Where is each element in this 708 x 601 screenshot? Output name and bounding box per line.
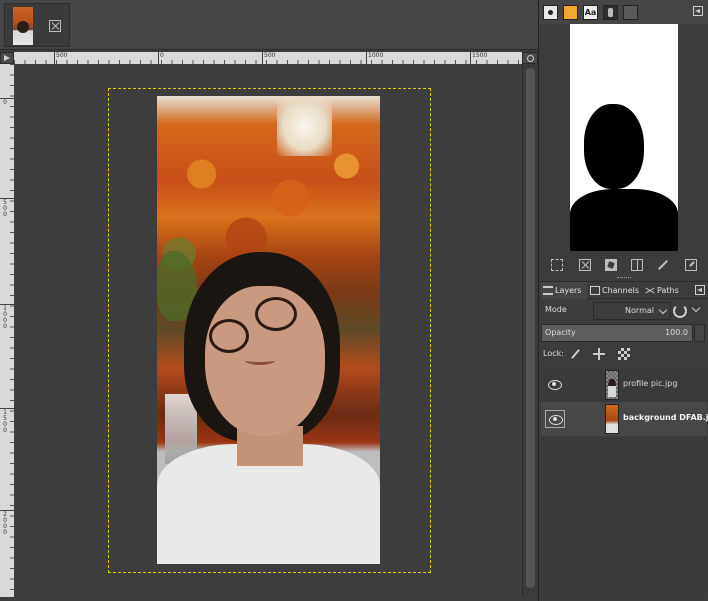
fonts-icon[interactable]: Aa (583, 5, 598, 20)
chevron-down-icon[interactable] (691, 303, 701, 313)
opacity-value: 100.0 (665, 328, 688, 337)
opacity-label: Opacity (545, 328, 576, 337)
panel-resize-grip[interactable] (617, 277, 631, 280)
vertical-ruler[interactable]: 0 500 1000 1500 2000 (0, 64, 14, 597)
lock-position-icon[interactable] (593, 348, 605, 360)
lock-alpha-icon[interactable] (618, 348, 630, 360)
right-dock: Aa Layers Channels Paths Mode Normal Opa… (538, 0, 708, 601)
mode-select[interactable]: Normal (593, 302, 671, 320)
mode-label: Mode (545, 305, 567, 314)
tab-paths[interactable]: Paths (643, 282, 689, 299)
image-thumbnail (13, 7, 33, 45)
ruler-label: 500 (3, 199, 7, 218)
composite-photo[interactable] (157, 96, 380, 564)
layer-name: background DFAB.jp (623, 413, 708, 422)
quick-mask-toggle-icon[interactable] (0, 52, 14, 64)
scrollbar-thumb[interactable] (526, 68, 535, 588)
image-tab-strip (0, 0, 538, 50)
edit-icon[interactable] (605, 259, 617, 271)
ruler-label: 1500 (3, 409, 7, 434)
paths-icon (645, 286, 655, 295)
opacity-spinner[interactable] (694, 324, 705, 342)
layer-row[interactable]: profile pic.jpg (541, 368, 707, 402)
layer-thumbnail (605, 404, 619, 434)
layers-menu-icon[interactable] (695, 285, 705, 295)
eye-icon[interactable] (545, 376, 565, 394)
tab-channels[interactable]: Channels (588, 282, 642, 299)
vertical-scrollbar[interactable] (522, 64, 538, 597)
silhouette-head (584, 104, 644, 189)
layer-list: profile pic.jpg background DFAB.jp (541, 366, 708, 598)
brushes-icon[interactable] (543, 5, 558, 20)
ruler-label: 0 (160, 52, 164, 59)
tab-layers[interactable]: Layers (541, 282, 587, 299)
merge-icon[interactable] (685, 259, 697, 271)
ruler-label: 500 (264, 52, 276, 59)
ruler-label: 1000 (3, 305, 7, 330)
anchor-icon[interactable] (657, 259, 669, 271)
patterns-icon[interactable] (563, 5, 578, 20)
layers-tab-bar: Layers Channels Paths (539, 281, 708, 299)
dock-menu-icon[interactable] (693, 6, 703, 16)
close-icon[interactable] (49, 20, 61, 32)
ruler-label: 1500 (472, 52, 488, 59)
channel-toolbar (539, 257, 708, 275)
ruler-label: 2000 (3, 511, 7, 536)
image-canvas[interactable] (14, 64, 522, 597)
silhouette-body (570, 189, 678, 251)
eye-icon[interactable] (545, 410, 565, 428)
channel-preview (570, 24, 678, 251)
channels-icon (590, 286, 600, 295)
selection-icon[interactable] (551, 259, 563, 271)
horizontal-ruler[interactable]: 500 0 500 1000 1500 (14, 52, 522, 64)
lock-row: Lock: (543, 345, 705, 363)
ruler-label: 500 (56, 52, 68, 59)
mode-value: Normal (625, 306, 654, 315)
zoom-navigate-icon[interactable] (522, 52, 538, 64)
opacity-row: Opacity 100.0 (541, 324, 705, 342)
tab-label: Layers (555, 286, 582, 295)
lock-label: Lock: (543, 349, 564, 358)
layer-thumbnail (605, 370, 619, 400)
tool-presets-icon[interactable] (603, 5, 618, 20)
lock-pixels-icon[interactable] (569, 348, 581, 360)
layer-name: profile pic.jpg (623, 379, 678, 388)
image-tab[interactable] (4, 3, 70, 47)
reset-icon[interactable] (673, 304, 687, 318)
ruler-label: 1000 (368, 52, 384, 59)
dock-tab-bar: Aa (539, 0, 708, 24)
ruler-label: 0 (3, 99, 7, 106)
color-swatch-icon[interactable] (623, 5, 638, 20)
layer-row-selected[interactable]: background DFAB.jp (541, 402, 708, 436)
delete-icon[interactable] (579, 259, 591, 271)
tab-label: Paths (657, 286, 679, 295)
chevron-down-icon (658, 305, 668, 315)
opacity-slider[interactable]: Opacity 100.0 (541, 324, 693, 342)
layers-icon (543, 286, 553, 295)
tab-label: Channels (602, 286, 640, 295)
mode-row: Mode Normal (543, 302, 705, 320)
channel-icon[interactable] (631, 259, 643, 271)
